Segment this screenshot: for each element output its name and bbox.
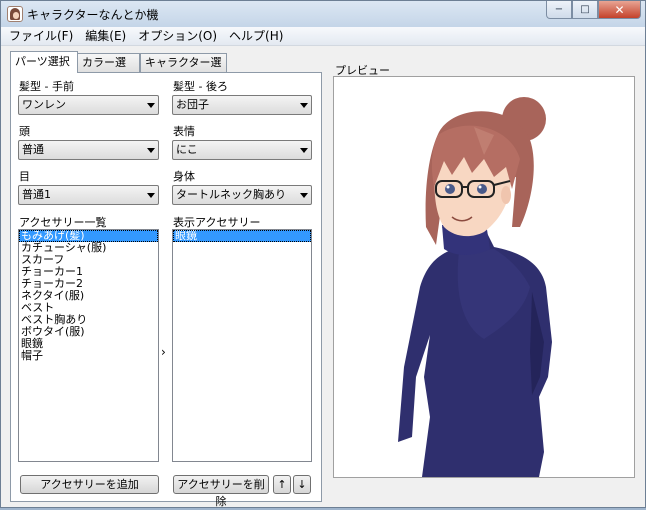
preview-pane: [333, 76, 635, 478]
menu-help[interactable]: ヘルプ(H): [223, 27, 289, 46]
eyes-value: 普通1: [22, 188, 51, 201]
eyes-label: 目: [19, 170, 30, 183]
right-eye: [477, 184, 487, 194]
accessory-list-label: アクセサリー一覧: [19, 216, 107, 229]
add-accessory-button[interactable]: アクセサリーを追加: [20, 475, 159, 494]
app-icon: [7, 6, 23, 22]
list-item[interactable]: 眼鏡: [173, 230, 311, 242]
left-eye: [445, 184, 455, 194]
expression-value: にこ: [176, 143, 198, 156]
hair-back-select[interactable]: お団子: [172, 95, 312, 115]
eyes-select[interactable]: 普通1: [18, 185, 159, 205]
tab-parts[interactable]: パーツ選択: [10, 51, 78, 73]
body-select[interactable]: タートルネック胸あり: [172, 185, 312, 205]
minimize-button[interactable]: −: [546, 1, 572, 19]
dropdown-arrow-icon: [300, 193, 308, 198]
dropdown-arrow-icon: [147, 103, 155, 108]
accessory-list[interactable]: もみあげ(髪) カチューシャ(服) スカーフ チョーカー1 チョーカー2 ネクタ…: [18, 229, 159, 462]
hair-front-select[interactable]: ワンレン: [18, 95, 159, 115]
menu-file[interactable]: ファイル(F): [1, 27, 79, 46]
shown-accessories-label: 表示アクセサリー: [173, 216, 261, 229]
restore-icon: □: [580, 4, 590, 15]
expression-label: 表情: [173, 125, 195, 138]
maximize-button[interactable]: □: [572, 1, 598, 19]
shown-accessories-list[interactable]: 眼鏡: [172, 229, 312, 462]
close-button[interactable]: ✕: [598, 1, 641, 19]
close-icon: ✕: [614, 2, 625, 17]
dropdown-arrow-icon: [300, 148, 308, 153]
hair-back-label: 髪型 - 後ろ: [173, 80, 228, 93]
tab-colors[interactable]: カラー選択: [77, 53, 140, 86]
app-window: キャラクターなんとか機 − □ ✕ ファイル(F) 編集(E) オプション(O)…: [0, 0, 646, 508]
move-down-button[interactable]: ↓: [293, 475, 311, 494]
title-bar[interactable]: キャラクターなんとか機 − □ ✕: [1, 1, 645, 27]
character-illustration: [398, 97, 552, 477]
caption-buttons: − □ ✕: [546, 1, 641, 19]
expression-select[interactable]: にこ: [172, 140, 312, 160]
arrow-up-icon: ↑: [277, 478, 287, 491]
body-label: 身体: [173, 170, 195, 183]
menu-bar: ファイル(F) 編集(E) オプション(O) ヘルプ(H): [1, 27, 645, 46]
body-value: タートルネック胸あり: [176, 188, 286, 201]
menu-edit[interactable]: 編集(E): [79, 27, 132, 46]
remove-accessory-button[interactable]: アクセサリーを削除: [173, 475, 269, 508]
head-value: 普通: [22, 143, 44, 156]
hair-front-value: ワンレン: [22, 98, 66, 111]
dropdown-arrow-icon: [147, 148, 155, 153]
head-select[interactable]: 普通: [18, 140, 159, 160]
hair-back-value: お団子: [176, 98, 209, 111]
tab-characters[interactable]: キャラクター選択: [140, 53, 227, 86]
dropdown-arrow-icon: [147, 193, 155, 198]
move-right-arrow-icon[interactable]: ›: [161, 345, 166, 359]
move-up-button[interactable]: ↑: [273, 475, 291, 494]
minimize-icon: −: [554, 4, 564, 15]
window-title: キャラクターなんとか機: [27, 8, 159, 22]
menu-options[interactable]: オプション(O): [132, 27, 223, 46]
head-label: 頭: [19, 125, 30, 138]
hair-front-label: 髪型 - 手前: [19, 80, 74, 93]
list-item[interactable]: 帽子: [19, 350, 158, 362]
arrow-down-icon: ↓: [297, 478, 307, 491]
dropdown-arrow-icon: [300, 103, 308, 108]
ear: [501, 186, 511, 204]
